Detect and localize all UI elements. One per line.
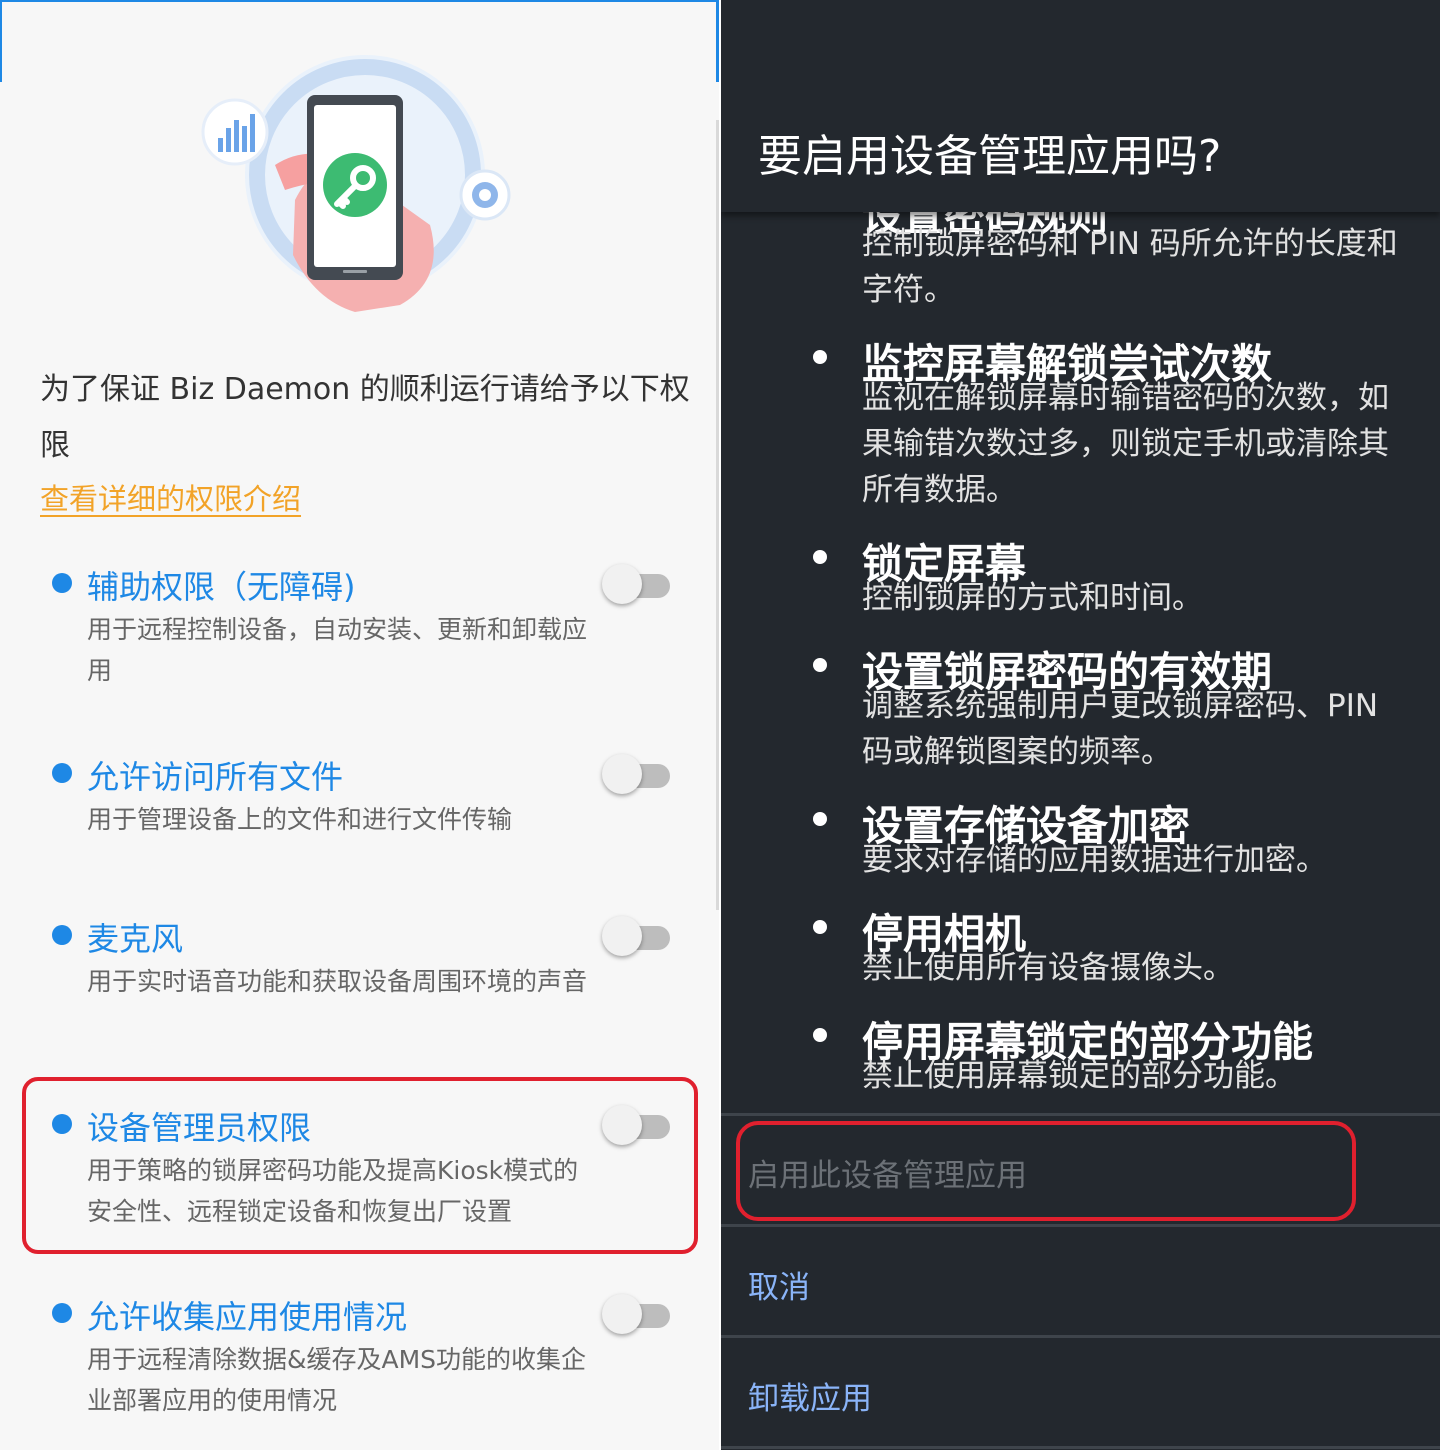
- uninstall-app-button[interactable]: 卸载应用: [748, 1373, 872, 1418]
- permission-description: 用于管理设备上的文件和进行文件传输: [87, 805, 513, 834]
- divider: [721, 1446, 1440, 1449]
- bullet-dot: [813, 550, 827, 564]
- bullet-dot: [813, 812, 827, 826]
- bullet-dot: [52, 1303, 72, 1323]
- bullet-dot: [52, 573, 72, 593]
- permission-description: 用于远程清除数据&缓存及AMS功能的收集企业部署应用的使用情况: [87, 1345, 587, 1415]
- permission-illustration: [201, 55, 511, 312]
- permission-details-link[interactable]: 查看详细的权限介绍: [40, 476, 301, 518]
- permission-title: 允许收集应用使用情况: [87, 1298, 408, 1336]
- highlight-box: [22, 1077, 698, 1254]
- toggle-thumb: [602, 564, 642, 604]
- left-edge-line: [0, 0, 2, 82]
- permission-title: 辅助权限（无障碍): [87, 568, 356, 606]
- toggle-thumb: [602, 754, 642, 794]
- divider: [721, 1335, 1440, 1338]
- bullet-dot: [813, 1028, 827, 1042]
- highlight-box: [736, 1121, 1356, 1221]
- policy-description: 控制锁屏密码和 PIN 码所允许的长度和字符。: [862, 226, 1398, 308]
- policy-description: 禁止使用所有设备摄像头。: [862, 950, 1234, 986]
- policy-description: 调整系统强制用户更改锁屏密码、PIN 码或解锁图案的频率。: [862, 688, 1379, 770]
- bullet-dot: [813, 920, 827, 934]
- policy-description: 控制锁屏的方式和时间。: [862, 580, 1203, 616]
- scrollbar[interactable]: [716, 120, 719, 910]
- policy-description: 要求对存储的应用数据进行加密。: [862, 842, 1327, 878]
- right-edge-line: [716, 0, 719, 82]
- bullet-dot: [52, 925, 72, 945]
- bullet-dot: [813, 350, 827, 364]
- policy-description: 监视在解锁屏幕时输错密码的次数，如果输错次数过多，则锁定手机或清除其所有数据。: [862, 380, 1389, 508]
- divider: [721, 1224, 1440, 1227]
- permission-title: 允许访问所有文件: [87, 758, 344, 796]
- dialog-title: 要启用设备管理应用吗?: [758, 131, 1222, 182]
- permission-screen: 为了保证 Biz Daemon 的顺利运行请给予以下权限 查看详细的权限介绍 辅…: [0, 0, 719, 1450]
- device-admin-dialog: 设置密码规则 控制锁屏密码和 PIN 码所允许的长度和字符。 监控屏幕解锁尝试次…: [721, 0, 1440, 1450]
- bar-chart-icon: [201, 98, 269, 166]
- key-icon: [323, 153, 387, 217]
- permission-toggle-usage-stats[interactable]: [602, 1294, 670, 1336]
- permission-description: 用于远程控制设备，自动安装、更新和卸载应用: [87, 615, 588, 685]
- divider: [721, 1113, 1440, 1116]
- cancel-button[interactable]: 取消: [748, 1262, 810, 1307]
- permission-description: 用于实时语音功能和获取设备周围环境的声音: [87, 967, 588, 996]
- permission-toggle-accessibility[interactable]: [602, 564, 670, 606]
- permission-title: 麦克风: [87, 920, 184, 958]
- bullet-dot: [52, 763, 72, 783]
- toggle-thumb: [602, 916, 642, 956]
- intro-text: 为了保证 Biz Daemon 的顺利运行请给予以下权限: [40, 372, 690, 463]
- dialog-header: 要启用设备管理应用吗?: [721, 0, 1440, 212]
- bullet-dot: [813, 658, 827, 672]
- toggle-thumb: [602, 1294, 642, 1334]
- permission-toggle-files[interactable]: [602, 754, 670, 796]
- pie-chart-icon: [459, 169, 511, 221]
- permission-toggle-microphone[interactable]: [602, 916, 670, 958]
- top-edge-line: [0, 0, 719, 2]
- policy-description: 禁止使用屏幕锁定的部分功能。: [862, 1058, 1296, 1094]
